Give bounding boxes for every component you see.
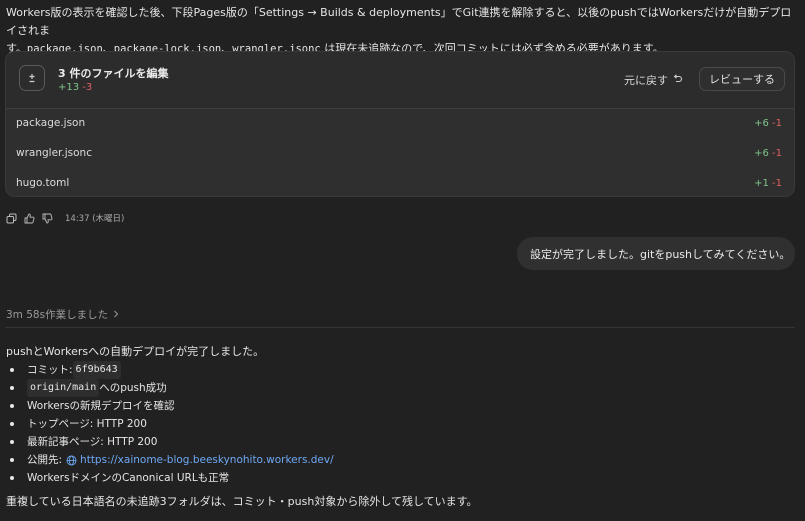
bullet-dot	[10, 476, 14, 480]
list-item: コミット: 6f9b643	[6, 361, 334, 379]
chevron-right-icon	[112, 309, 120, 321]
bullet-dot	[10, 386, 14, 390]
edited-files-stats: +13 -3	[58, 82, 92, 93]
file-diff-icon	[19, 65, 45, 91]
message-line-1: Workers版の表示を確認した後、下段Pages版の「Settings → B…	[6, 6, 792, 37]
file-row-wrangler-jsonc[interactable]: wrangler.jsonc +6 -1	[6, 138, 794, 168]
lines-removed: -3	[82, 82, 93, 93]
answer-intro: pushとWorkersへの自動デプロイが完了しました。	[6, 345, 265, 358]
answer-bullet-list: コミット: 6f9b643 origin/main へのpush成功 Worke…	[6, 361, 334, 487]
assistant-message-top: Workers版の表示を確認した後、下段Pages版の「Settings → B…	[6, 4, 796, 58]
bullet-dot	[10, 368, 14, 372]
file-counts: +1 -1	[754, 177, 782, 189]
edited-files-title: 3 件のファイルを編集	[58, 67, 169, 80]
edited-files-list: package.json +6 -1 wrangler.jsonc +6 -1 …	[6, 108, 794, 196]
branch-code: origin/main	[27, 379, 100, 397]
list-item: トップページ: HTTP 200	[6, 415, 334, 433]
user-message-bubble: 設定が完了しました。gitをpushしてみてください。	[517, 237, 795, 270]
bullet-dot	[10, 422, 14, 426]
list-item: origin/main へのpush成功	[6, 379, 334, 397]
globe-icon	[66, 455, 77, 466]
file-counts: +6 -1	[754, 147, 782, 159]
bullet-dot	[10, 458, 14, 462]
answer-footer: 重複している日本語名の未追跡3フォルダは、コミット・push対象から除外して残し…	[6, 495, 478, 508]
commit-hash: 6f9b643	[72, 361, 121, 379]
file-row-package-json[interactable]: package.json +6 -1	[6, 108, 794, 138]
undo-button[interactable]: 元に戻す	[618, 69, 689, 91]
review-button[interactable]: レビューする	[699, 67, 785, 91]
file-name: wrangler.jsonc	[16, 147, 92, 159]
divider	[5, 327, 795, 328]
list-item: 最新記事ページ: HTTP 200	[6, 433, 334, 451]
file-name: hugo.toml	[16, 177, 70, 189]
lines-added: +13	[58, 82, 80, 93]
list-item: 公開先: https://xainome-blog.beeskynohito.w…	[6, 451, 334, 469]
thumbs-up-icon[interactable]	[23, 212, 35, 224]
undo-arrow-icon	[672, 73, 683, 87]
bullet-dot	[10, 404, 14, 408]
worked-duration-label: 3m 58s作業しました	[6, 309, 109, 321]
edited-files-card: 3 件のファイルを編集 +13 -3 元に戻す レビューする package.j…	[5, 51, 795, 197]
file-counts: +6 -1	[754, 117, 782, 129]
list-item: Workersの新規デプロイを確認	[6, 397, 334, 415]
file-name: package.json	[16, 117, 86, 129]
file-row-hugo-toml[interactable]: hugo.toml +1 -1	[6, 168, 794, 196]
undo-label: 元に戻す	[624, 74, 668, 87]
public-url-link[interactable]: https://xainome-blog.beeskynohito.worker…	[80, 451, 334, 469]
message-actions: 14:37 (木曜日)	[5, 210, 124, 226]
worked-duration-toggle[interactable]: 3m 58s作業しました	[6, 307, 120, 322]
copy-icon[interactable]	[5, 212, 17, 224]
thumbs-down-icon[interactable]	[41, 212, 53, 224]
edited-files-header: 3 件のファイルを編集 +13 -3 元に戻す レビューする	[6, 52, 794, 109]
bullet-dot	[10, 440, 14, 444]
list-item: WorkersドメインのCanonical URLも正常	[6, 469, 334, 487]
message-timestamp: 14:37 (木曜日)	[65, 214, 125, 224]
